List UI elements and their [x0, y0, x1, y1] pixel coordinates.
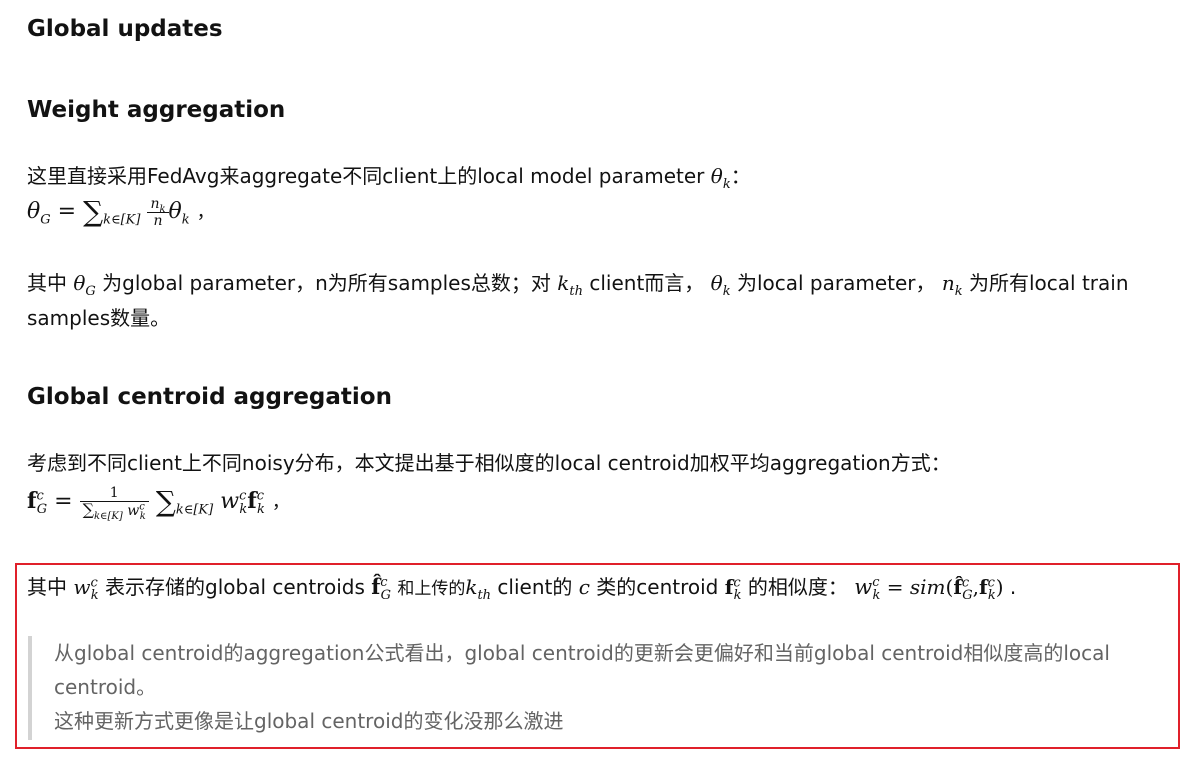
centroid-intro: 考虑到不同client上不同noisy分布，本文提出基于相似度的local ce…	[27, 451, 951, 475]
sum-symbol-centroid: ∑	[155, 485, 176, 518]
centroid-formula: fcG = 1 ∑k∈[K] wck ∑k∈[K] wckfck ，	[27, 485, 290, 522]
heading-global-centroid-aggregation: Global centroid aggregation	[27, 384, 392, 410]
math-theta-k: θk	[710, 164, 731, 192]
formula-theta-g: θG	[27, 199, 51, 228]
weight-formula: θG = ∑k∈[K] nk n θk ，	[27, 195, 215, 229]
highlight-description: 其中 wck 表示存储的global centroids f̂cG 和上传的kt…	[27, 574, 1017, 604]
quote-line-2: centroid。	[54, 675, 157, 699]
blockquote: 从global centroid的aggregation公式看出，global …	[28, 636, 1188, 740]
weight-intro-text: 这里直接采用FedAvg来aggregate不同client上的local mo…	[27, 164, 705, 188]
heading-global-updates: Global updates	[27, 16, 223, 42]
fraction-nk-n: nk n	[147, 196, 169, 229]
quote-line-1: 从global centroid的aggregation公式看出，global …	[54, 641, 1110, 665]
formula-f-g: fcG	[27, 488, 48, 518]
weight-description: 其中 θG 为global parameter，n为所有samples总数；对 …	[27, 271, 1129, 299]
formula-f-k: fck	[247, 488, 265, 518]
heading-weight-aggregation: Weight aggregation	[27, 97, 286, 123]
sum-symbol: ∑	[83, 195, 104, 228]
weight-intro: 这里直接采用FedAvg来aggregate不同client上的local mo…	[27, 164, 751, 192]
fraction-weights: 1 ∑k∈[K] wck	[79, 485, 149, 521]
formula-w-k: wck	[220, 488, 248, 518]
formula-theta-k: θk	[168, 199, 190, 228]
quote-line-3: 这种更新方式更像是让global centroid的变化没那么激进	[54, 709, 564, 733]
weight-description-line2: samples数量。	[27, 306, 171, 330]
